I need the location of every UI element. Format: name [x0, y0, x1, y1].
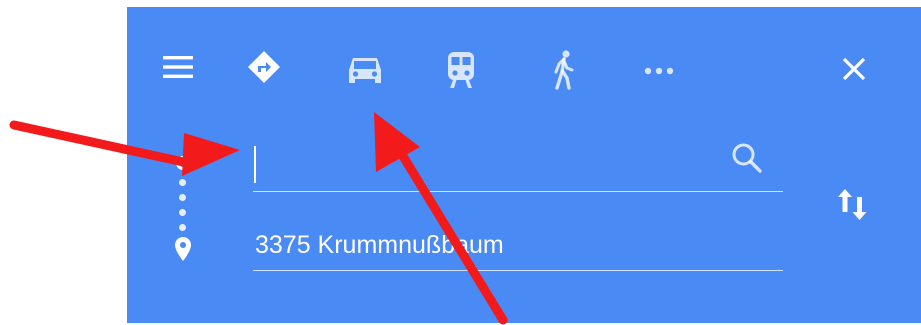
annotation-arrow-up [393, 143, 508, 325]
annotation-arrows [9, 112, 508, 325]
annotation-arrowhead-left [182, 133, 240, 176]
annotation-arrow-left [9, 120, 193, 168]
annotation-arrowhead-up [374, 112, 420, 172]
